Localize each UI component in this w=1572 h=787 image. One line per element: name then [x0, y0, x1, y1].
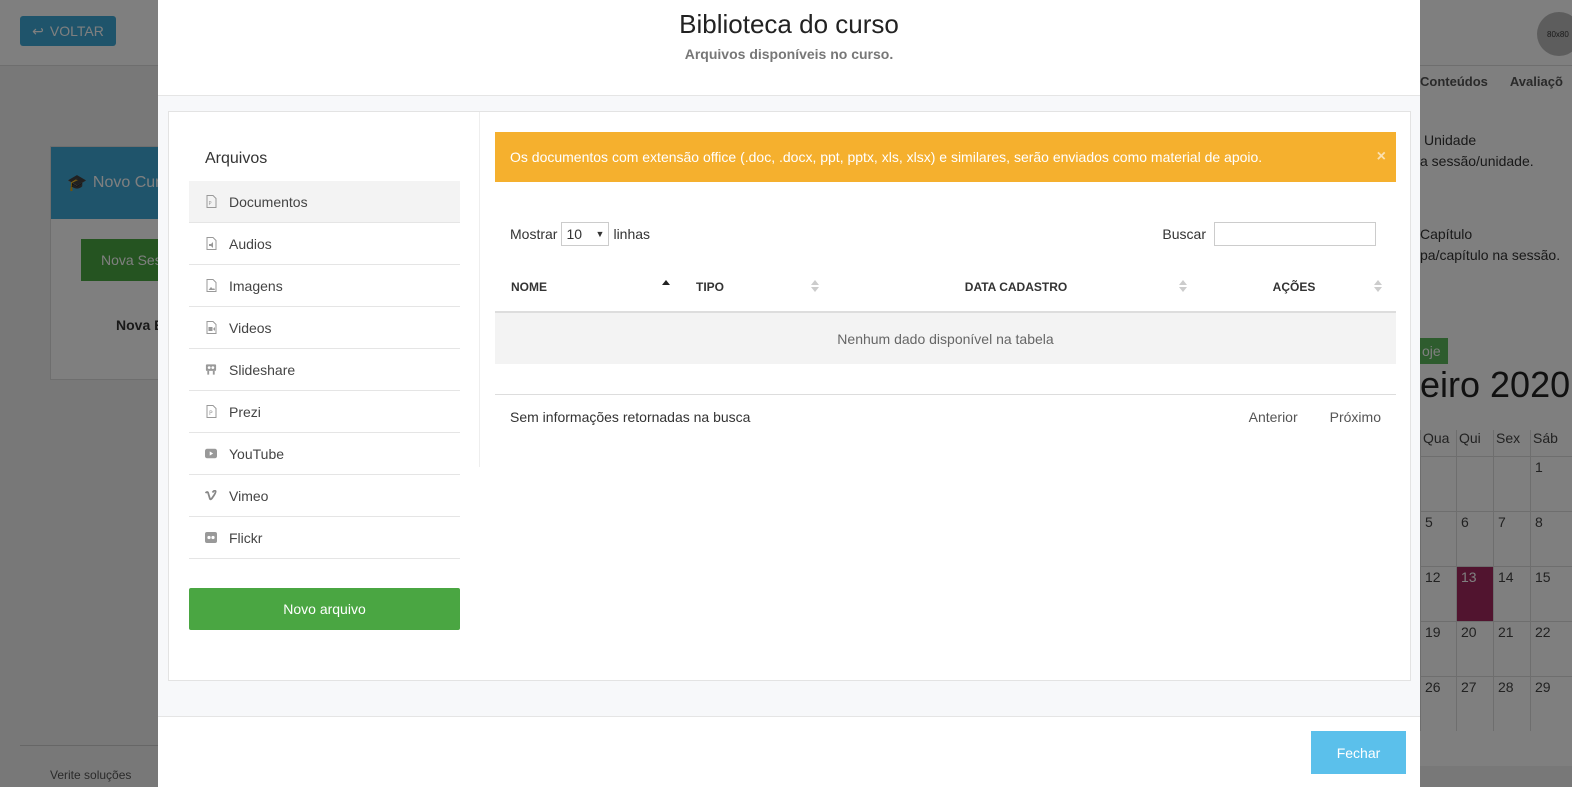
search-input[interactable] — [1214, 222, 1376, 246]
table-header-row: NOME TIPO DATA CADASTRO AÇÕES — [495, 262, 1396, 313]
sidebar-item-prezi[interactable]: P Prezi — [189, 391, 460, 433]
pagination: Anterior Próximo — [1249, 409, 1381, 425]
modal-footer: Fechar — [158, 716, 1420, 787]
close-modal-button[interactable]: Fechar — [1311, 731, 1406, 774]
sort-icon — [811, 280, 819, 294]
column-data-cadastro[interactable]: DATA CADASTRO — [840, 262, 1192, 313]
modal-title: Biblioteca do curso — [679, 9, 899, 39]
sort-icon — [1374, 280, 1382, 294]
modal-header: Biblioteca do curso Arquivos disponíveis… — [158, 0, 1420, 96]
flickr-icon — [205, 531, 217, 544]
alert-text: Os documentos com extensão office (.doc,… — [510, 149, 1263, 165]
library-modal: Biblioteca do curso Arquivos disponíveis… — [158, 0, 1420, 787]
pdf-file-icon: P — [205, 195, 217, 208]
sidebar-item-label: YouTube — [229, 445, 285, 462]
file-type-sidebar: Arquivos P Documentos Audios Imagens Videos S… — [169, 112, 480, 559]
modal-subtitle: Arquivos disponíveis no curso. — [684, 46, 894, 62]
sort-icon — [1179, 280, 1187, 294]
table-info: Sem informações retornadas na busca — [510, 409, 751, 425]
sidebar-item-imagens[interactable]: Imagens — [189, 265, 460, 307]
table-search: Buscar — [1162, 222, 1376, 246]
empty-table-message: Nenhum dado disponível na tabela — [495, 312, 1396, 364]
sort-asc-icon — [662, 280, 670, 294]
table-row: Nenhum dado disponível na tabela — [495, 312, 1396, 364]
new-file-button[interactable]: Novo arquivo — [189, 588, 460, 630]
sidebar-item-label: Imagens — [229, 277, 283, 294]
office-warning-alert: Os documentos com extensão office (.doc,… — [495, 132, 1396, 182]
slideshare-icon — [205, 363, 217, 376]
sidebar-title: Arquivos — [205, 150, 268, 167]
table-controls: Mostrar 10 ▼ linhas Buscar — [495, 182, 1396, 262]
sidebar-item-videos[interactable]: Videos — [189, 307, 460, 349]
youtube-icon — [205, 447, 217, 460]
modal-body: Arquivos P Documentos Audios Imagens Videos S… — [158, 96, 1420, 716]
rows-select[interactable]: 10 ▼ — [561, 222, 610, 246]
sidebar-item-label: Slideshare — [229, 361, 296, 378]
svg-text:P: P — [209, 410, 213, 417]
sidebar-item-documentos[interactable]: P Documentos — [189, 181, 460, 223]
sidebar-item-vimeo[interactable]: Vimeo — [189, 475, 460, 517]
sidebar-item-label: Audios — [229, 235, 272, 252]
next-page-button[interactable]: Próximo — [1330, 409, 1381, 425]
prezi-icon: P — [205, 405, 217, 418]
table-footer: Sem informações retornadas na busca Ante… — [495, 394, 1396, 454]
sidebar-item-label: Videos — [229, 319, 272, 336]
svg-text:P: P — [208, 201, 211, 207]
alert-close-icon[interactable]: × — [1377, 148, 1386, 166]
library-panel: Arquivos P Documentos Audios Imagens Videos S… — [168, 111, 1411, 681]
caret-down-icon: ▼ — [595, 229, 605, 239]
column-acoes[interactable]: AÇÕES — [1192, 262, 1396, 313]
files-content: Os documentos com extensão office (.doc,… — [495, 132, 1396, 454]
image-file-icon — [205, 279, 217, 292]
file-type-list: P Documentos Audios Imagens Videos Slideshare… — [189, 181, 460, 559]
sidebar-item-label: Documentos — [229, 193, 308, 210]
vimeo-icon — [205, 489, 217, 502]
previous-page-button[interactable]: Anterior — [1249, 409, 1298, 425]
page-length: Mostrar 10 ▼ linhas — [510, 222, 650, 246]
video-file-icon — [205, 321, 217, 334]
sidebar-item-audios[interactable]: Audios — [189, 223, 460, 265]
sidebar-item-label: Vimeo — [229, 487, 269, 504]
sidebar-item-flickr[interactable]: Flickr — [189, 517, 460, 559]
files-table: NOME TIPO DATA CADASTRO AÇÕES Nenhum dad… — [495, 262, 1396, 364]
sidebar-item-slideshare[interactable]: Slideshare — [189, 349, 460, 391]
sidebar-item-label: Prezi — [229, 403, 261, 420]
column-tipo[interactable]: TIPO — [680, 262, 840, 313]
sidebar-item-label: Flickr — [229, 529, 263, 546]
sidebar-item-youtube[interactable]: YouTube — [189, 433, 460, 475]
column-nome[interactable]: NOME — [495, 262, 680, 313]
audio-file-icon — [205, 237, 217, 250]
